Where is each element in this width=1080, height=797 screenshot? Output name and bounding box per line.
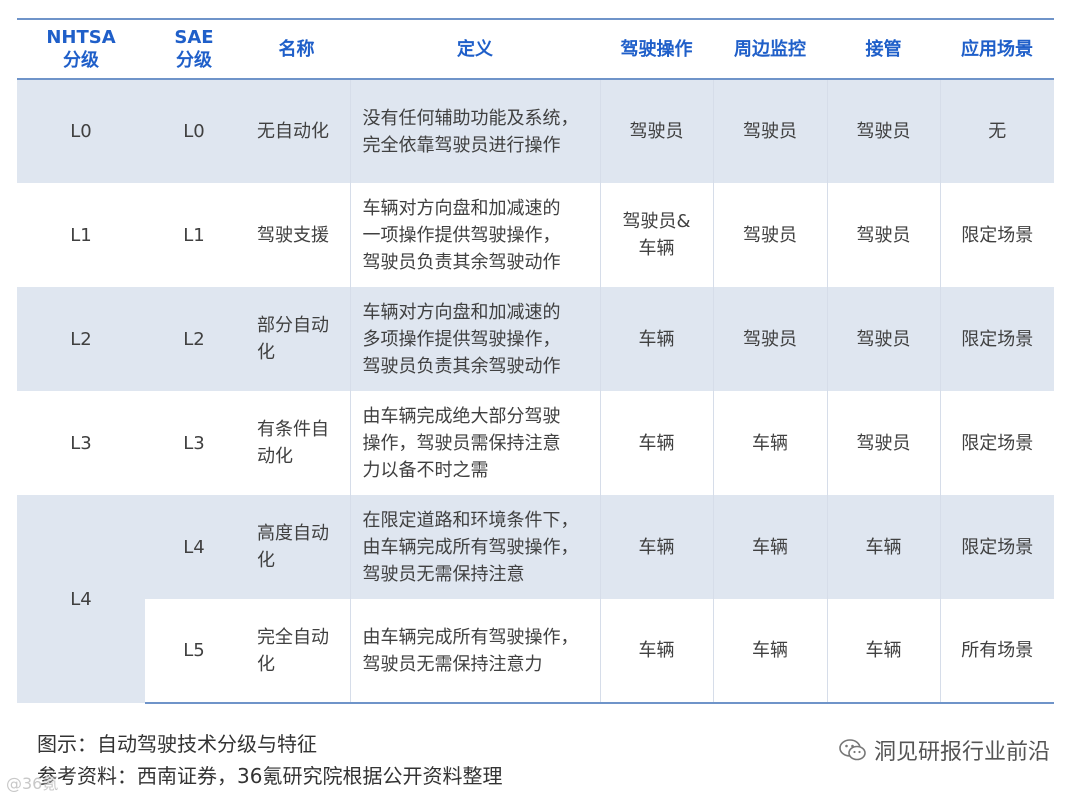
cell-name: 无自动化 — [243, 79, 350, 183]
cell-driving: 车辆 — [599, 391, 713, 495]
table-row: L2 L2 部分自动 化 车辆对方向盘和加减速的 多项操作提供驾驶操作， 驾驶员… — [17, 287, 1054, 391]
header-sae: SAE 分级 — [145, 18, 243, 80]
cell-sae: L1 — [183, 224, 205, 246]
cell-monitoring: 驾驶员 — [712, 79, 827, 183]
header-definition: 定义 — [350, 18, 600, 80]
cell-takeover: 驾驶员 — [826, 79, 940, 183]
cell-monitoring: 驾驶员 — [712, 287, 827, 391]
table-row: L5 完全自动 化 由车辆完成所有驾驶操作， 驾驶员无需保持注意力 车辆 车辆 … — [17, 599, 1054, 704]
cell-monitoring: 驾驶员 — [712, 183, 827, 287]
cell-driving: 驾驶员& 车辆 — [599, 183, 713, 287]
cell-definition: 由车辆完成绝大部分驾驶 操作，驾驶员需保持注意 力以备不时之需 — [349, 391, 600, 495]
cell-name: 驾驶支援 — [257, 224, 329, 246]
cell-definition: 没有任何辅助功能及系统， 完全依靠驾驶员进行操作 — [349, 79, 600, 183]
header-takeover: 接管 — [827, 18, 940, 80]
cell-nhtsa-merged: L4 — [17, 495, 145, 703]
cell-definition: 由车辆完成所有驾驶操作， 驾驶员无需保持注意力 — [349, 599, 600, 704]
header-nhtsa: NHTSA 分级 — [17, 18, 145, 80]
table-row: L1 L1 驾驶支援 车辆对方向盘和加减速的 一项操作提供驾驶操作， 驾驶员负责… — [17, 183, 1054, 287]
table-row: L4 L4 高度自动 化 在限定道路和环境条件下， 由车辆完成所有驾驶操作， 驾… — [17, 495, 1054, 703]
cell-nhtsa: L2 — [17, 287, 145, 391]
cell-sae: L0 — [145, 79, 243, 183]
cell-definition: 车辆对方向盘和加减速的 一项操作提供驾驶操作， 驾驶员负责其余驾驶动作 — [349, 183, 600, 287]
table-row: L0 L0 无自动化 没有任何辅助功能及系统， 完全依靠驾驶员进行操作 驾驶员 … — [17, 79, 1054, 183]
cell-scenario: 限定场景 — [939, 495, 1054, 599]
header-monitoring: 周边监控 — [713, 18, 827, 80]
cell-driving: 车辆 — [599, 599, 713, 704]
cell-nhtsa: L0 — [17, 79, 145, 183]
cell-sae: L2 — [145, 287, 243, 391]
cell-nhtsa: L3 — [70, 432, 92, 454]
cell-definition: 在限定道路和环境条件下， 由车辆完成所有驾驶操作， 驾驶员无需保持注意 — [349, 495, 600, 599]
cell-takeover: 车辆 — [826, 599, 940, 704]
cell-monitoring: 车辆 — [712, 495, 827, 599]
cell-definition: 车辆对方向盘和加减速的 多项操作提供驾驶操作， 驾驶员负责其余驾驶动作 — [349, 287, 600, 391]
cell-sae: L3 — [183, 432, 205, 454]
header-scenario: 应用场景 — [940, 18, 1054, 80]
cell-monitoring: 车辆 — [712, 391, 827, 495]
cell-takeover: 驾驶员 — [826, 391, 940, 495]
cell-name: 有条件自 动化 — [257, 419, 329, 467]
cell-name: 完全自动 化 — [243, 599, 350, 704]
cell-scenario: 限定场景 — [939, 287, 1054, 391]
cell-scenario: 限定场景 — [939, 391, 1054, 495]
cell-monitoring: 车辆 — [712, 599, 827, 704]
watermark-text: 洞见研报行业前沿 — [873, 740, 1050, 765]
cell-driving: 车辆 — [599, 287, 713, 391]
figure-caption: 图示：自动驾驶技术分级与特征 — [37, 732, 317, 756]
cell-driving: 车辆 — [599, 495, 713, 599]
cell-driving: 驾驶员 — [599, 79, 713, 183]
header-driving: 驾驶操作 — [600, 18, 713, 80]
cell-scenario: 所有场景 — [939, 599, 1054, 704]
cell-name: 高度自动 化 — [243, 495, 350, 599]
cell-sae: L4 — [145, 495, 243, 599]
cell-sae: L5 — [145, 599, 243, 704]
cell-takeover: 驾驶员 — [826, 287, 940, 391]
corner-watermark-fragment: @36氪 — [6, 774, 59, 793]
table-header-row: NHTSA 分级 SAE 分级 名称 定义 驾驶操作 周边监控 接管 应用场景 — [17, 18, 1054, 80]
autonomy-levels-table: NHTSA 分级 SAE 分级 名称 定义 驾驶操作 周边监控 接管 应用场景 … — [17, 18, 1054, 704]
cell-name: 部分自动 化 — [243, 287, 350, 391]
levels-table-container: NHTSA 分级 SAE 分级 名称 定义 驾驶操作 周边监控 接管 应用场景 … — [17, 18, 1054, 704]
table-row: L3 L3 有条件自 动化 由车辆完成绝大部分驾驶 操作，驾驶员需保持注意 力以… — [17, 391, 1054, 495]
wechat-icon — [839, 739, 866, 761]
cell-scenario: 无 — [939, 79, 1054, 183]
watermark: 洞见研报行业前沿 — [838, 734, 1050, 766]
cell-nhtsa: L1 — [70, 224, 92, 246]
cell-takeover: 驾驶员 — [826, 183, 940, 287]
source-note: 参考资料：西南证券，36氪研究院根据公开资料整理 — [37, 764, 503, 788]
cell-scenario: 限定场景 — [939, 183, 1054, 287]
cell-takeover: 车辆 — [826, 495, 940, 599]
header-name: 名称 — [243, 18, 350, 80]
